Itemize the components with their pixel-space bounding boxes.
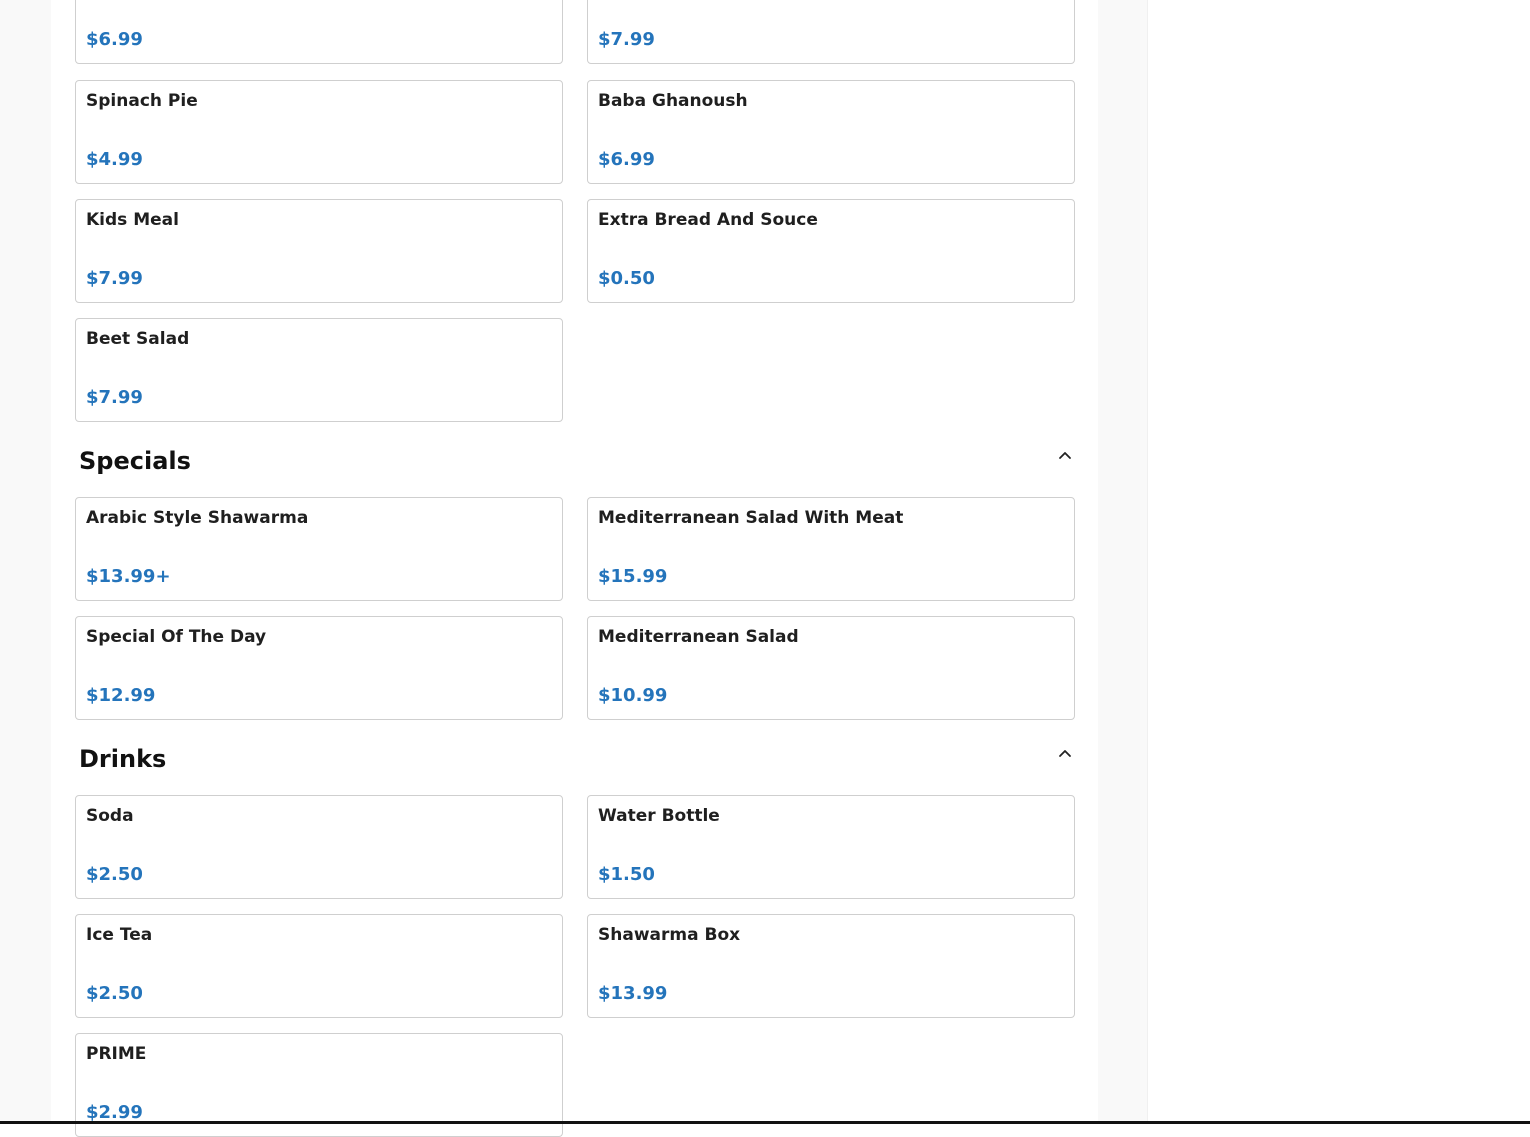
item-price: $1.50: [598, 864, 655, 885]
section-title-drinks: Drinks: [79, 745, 167, 773]
item-name: Extra Bread And Souce: [598, 210, 818, 230]
menu-item-card[interactable]: Beet Salad $7.99: [75, 318, 563, 422]
item-price: $6.99: [598, 149, 655, 170]
item-name: Mediterranean Salad: [598, 627, 799, 647]
item-name: Mediterranean Salad With Meat: [598, 508, 904, 528]
menu-item-card[interactable]: Kids Meal $7.99: [75, 199, 563, 303]
menu-item-card[interactable]: Special Of The Day $12.99: [75, 616, 563, 720]
item-name: Spinach Pie: [86, 91, 198, 111]
menu-item-card[interactable]: Arabic Style Shawarma $13.99+: [75, 497, 563, 601]
menu-item-card[interactable]: Mediterranean Salad With Meat $15.99: [587, 497, 1075, 601]
chevron-up-icon: [1055, 743, 1075, 763]
chevron-up-icon: [1055, 445, 1075, 465]
menu-item-card[interactable]: Extra Bread And Souce $0.50: [587, 199, 1075, 303]
item-price: $13.99+: [86, 566, 171, 587]
item-name: Beet Salad: [86, 329, 190, 349]
item-name: Shawarma Box: [598, 925, 741, 945]
item-price: $7.99: [86, 387, 143, 408]
right-gutter: [1098, 0, 1148, 1124]
item-price: $0.50: [598, 268, 655, 289]
menu-item-card[interactable]: Spinach Pie $4.99: [75, 80, 563, 184]
item-price: $2.50: [86, 864, 143, 885]
item-price: $12.99: [86, 685, 156, 706]
item-name: Ice Tea: [86, 925, 153, 945]
menu-item-card[interactable]: Baba Ghanoush $6.99: [587, 80, 1075, 184]
item-name: Arabic Style Shawarma: [86, 508, 309, 528]
item-price: $2.99: [86, 1102, 143, 1123]
menu-item-card[interactable]: $6.99: [75, 0, 563, 64]
item-price: $13.99: [598, 983, 668, 1004]
menu-item-card[interactable]: Ice Tea $2.50: [75, 914, 563, 1018]
item-price: $10.99: [598, 685, 668, 706]
collapse-drinks-button[interactable]: [1055, 743, 1075, 763]
item-name: Kids Meal: [86, 210, 179, 230]
item-name: Soda: [86, 806, 134, 826]
menu-item-card[interactable]: Mediterranean Salad $10.99: [587, 616, 1075, 720]
left-gutter: [0, 0, 51, 1124]
item-price: $7.99: [598, 29, 655, 50]
item-price: $2.50: [86, 983, 143, 1004]
collapse-specials-button[interactable]: [1055, 445, 1075, 465]
item-price: $6.99: [86, 29, 143, 50]
item-name: PRIME: [86, 1044, 147, 1064]
item-name: Water Bottle: [598, 806, 720, 826]
item-price: $4.99: [86, 149, 143, 170]
menu-item-card[interactable]: Shawarma Box $13.99: [587, 914, 1075, 1018]
menu-item-card[interactable]: Water Bottle $1.50: [587, 795, 1075, 899]
menu-item-card[interactable]: Soda $2.50: [75, 795, 563, 899]
section-title-specials: Specials: [79, 447, 191, 475]
menu-item-card[interactable]: $7.99: [587, 0, 1075, 64]
item-name: Special Of The Day: [86, 627, 267, 647]
item-price: $7.99: [86, 268, 143, 289]
item-name: Baba Ghanoush: [598, 91, 748, 111]
item-price: $15.99: [598, 566, 668, 587]
